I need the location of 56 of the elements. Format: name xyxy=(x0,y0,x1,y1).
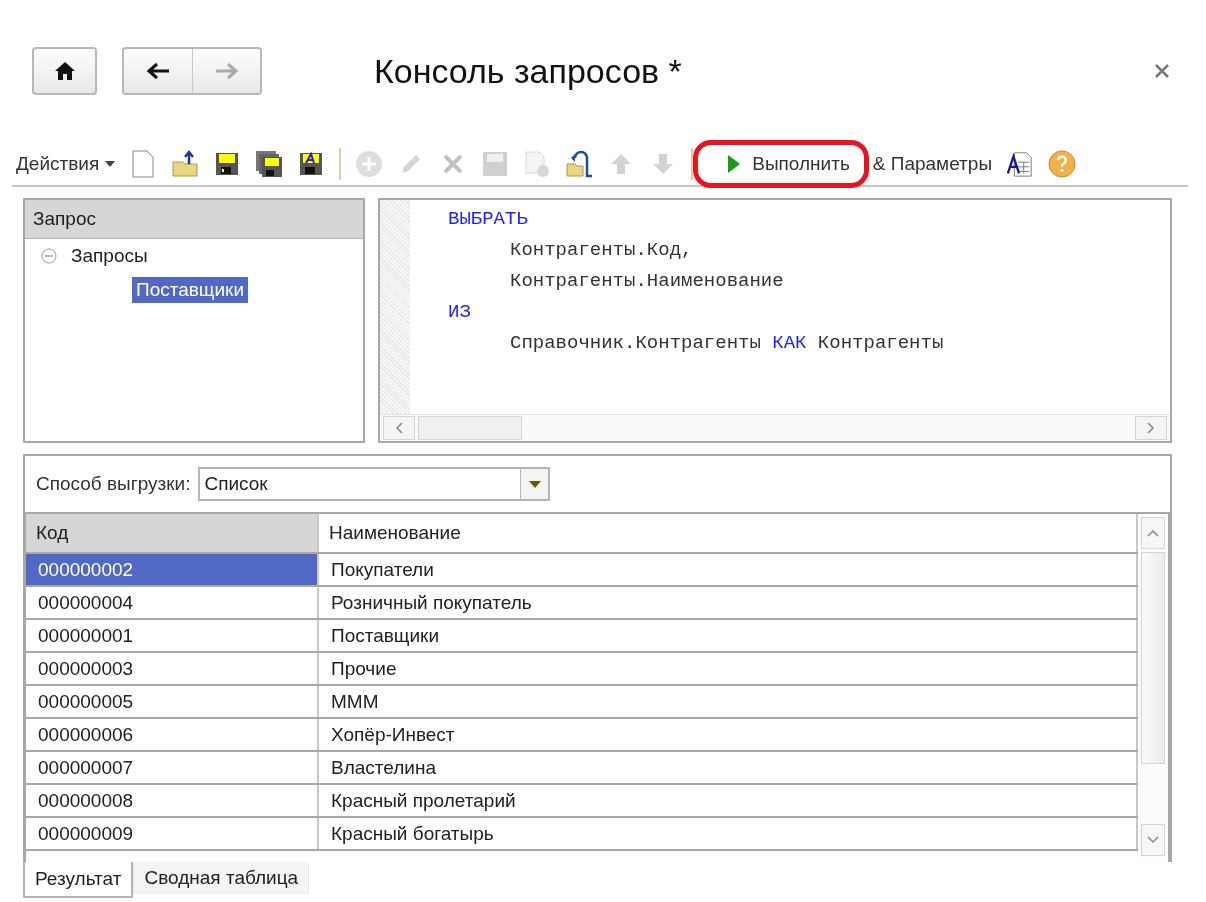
plus-circle-icon xyxy=(355,150,384,178)
text-table-icon xyxy=(1006,150,1035,178)
code-line: Справочник.Контрагенты КАК Контрагенты xyxy=(509,331,944,356)
close-icon xyxy=(1154,63,1170,79)
dropdown-button[interactable] xyxy=(520,469,549,499)
chevron-down-icon xyxy=(1147,836,1159,844)
scrollbar-thumb[interactable] xyxy=(1141,552,1165,764)
code-line: Контрагенты.Код, xyxy=(509,238,694,263)
code-line: ВЫБРАТЬ xyxy=(448,207,529,232)
left-arrow-icon xyxy=(146,62,170,80)
column-header[interactable]: Код xyxy=(26,514,319,552)
toolbar-button[interactable] xyxy=(255,150,284,178)
export-mode-dropdown[interactable]: Список xyxy=(198,467,551,501)
scrollbar-thumb[interactable] xyxy=(418,416,522,440)
scroll-left-button[interactable] xyxy=(383,416,415,440)
folder-icon xyxy=(171,150,200,178)
code-line: ИЗ xyxy=(448,300,472,325)
tab[interactable]: Сводная таблица xyxy=(133,862,310,894)
scroll-up-button[interactable] xyxy=(1141,517,1165,549)
help-icon xyxy=(1048,149,1077,179)
chevron-left-icon xyxy=(395,422,403,434)
floppy-letter-icon xyxy=(299,152,324,176)
caret-icon xyxy=(528,480,541,488)
right-arrow-icon xyxy=(214,62,239,80)
toolbar-button[interactable] xyxy=(565,150,594,178)
chevron-right-icon xyxy=(1147,422,1155,434)
dropdown-value: Список xyxy=(203,473,269,495)
home-icon xyxy=(53,61,76,81)
actions-menu[interactable]: Действия xyxy=(16,153,116,175)
up-arrow-icon xyxy=(609,152,634,176)
column-header: Запрос xyxy=(25,200,363,239)
scroll-right-button[interactable] xyxy=(1135,416,1167,440)
blank-page-icon xyxy=(132,150,155,178)
tab[interactable]: Результат xyxy=(23,862,134,898)
run-button[interactable]: Выполнить xyxy=(728,153,850,175)
tree-item[interactable]: Запросы xyxy=(67,243,152,269)
table-cell: 000000002 xyxy=(26,554,319,585)
query-editor[interactable]: ВЫБРАТЬ Контрагенты.Код, Контрагенты.Наименование ИЗ Справочник.Контрагенты КАК Контрагенты xyxy=(378,198,1172,443)
copy-document-icon xyxy=(523,150,552,178)
floppy-disks-icon xyxy=(255,150,284,178)
caret-icon xyxy=(105,161,116,167)
collapse-icon[interactable] xyxy=(41,248,57,264)
home-button[interactable] xyxy=(32,47,97,95)
folder-return-icon xyxy=(565,150,594,178)
tree-item[interactable]: Поставщики xyxy=(132,277,249,303)
scroll-down-button[interactable] xyxy=(1141,824,1165,856)
field-label: Способ выгрузки: xyxy=(36,473,191,495)
window-title: Консоль запросов * xyxy=(374,51,683,91)
code-line: Контрагенты.Наименование xyxy=(509,269,785,294)
play-icon xyxy=(728,155,741,173)
toolbar-button[interactable] xyxy=(1006,150,1035,178)
parameters-button[interactable]: & Параметры xyxy=(872,153,993,175)
down-arrow-icon xyxy=(651,152,676,176)
close-icon xyxy=(442,153,465,175)
chevron-up-icon xyxy=(1147,529,1159,537)
toolbar-button[interactable] xyxy=(171,150,200,178)
